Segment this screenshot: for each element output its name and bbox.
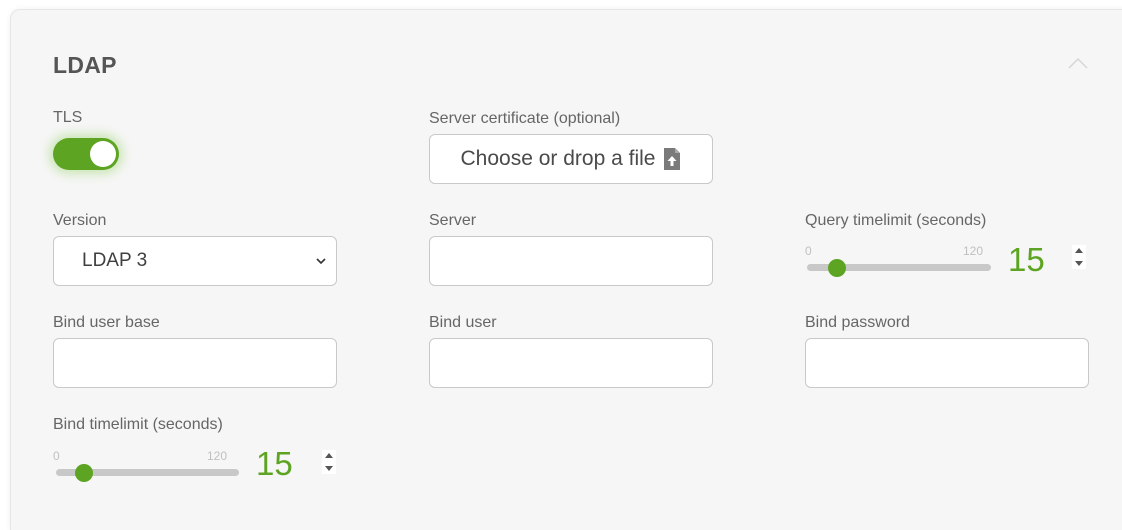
file-button-label: Choose or drop a file [460,147,656,170]
spinner-up-icon[interactable] [1075,248,1083,253]
spinner-down-icon[interactable] [325,466,333,471]
bind-password-input[interactable] [805,338,1089,388]
bind-range-thumb[interactable] [75,464,93,482]
query-timelimit-label: Query timelimit (seconds) [805,212,987,229]
version-label: Version [53,212,107,229]
file-upload-icon [664,148,681,170]
bind-password-label: Bind password [805,314,910,331]
tls-toggle[interactable] [53,138,119,170]
server-input[interactable] [429,236,713,286]
spinner-down-icon[interactable] [1075,261,1083,266]
toggle-knob [90,141,116,167]
bind-user-label: Bind user [429,314,497,331]
version-selected-value: LDAP 3 [82,250,148,271]
chevron-down-icon [316,257,326,264]
bind-timelimit-spinner[interactable] [322,450,336,474]
bind-user-base-label: Bind user base [53,314,160,331]
certificate-file-button[interactable]: Choose or drop a file [429,134,713,184]
bind-timelimit-value: 15 [256,445,293,482]
certificate-label: Server certificate (optional) [429,110,621,127]
section-title: LDAP [53,52,117,78]
bind-range-min: 0 [53,449,60,463]
bind-range-max: 120 [207,449,228,463]
collapse-button[interactable] [1066,56,1090,70]
query-timelimit-value: 15 [1008,241,1045,278]
query-range-min: 0 [805,244,812,258]
bind-timelimit-label: Bind timelimit (seconds) [53,416,223,433]
chevron-up-icon [1068,57,1088,69]
spinner-up-icon[interactable] [325,453,333,458]
query-range-max: 120 [963,244,984,258]
bind-user-base-input[interactable] [53,338,337,388]
query-timelimit-spinner[interactable] [1072,245,1086,269]
server-label: Server [429,212,477,229]
version-select[interactable]: LDAP 3 [53,236,337,286]
bind-user-input[interactable] [429,338,713,388]
tls-label: TLS [53,109,83,126]
query-range-thumb[interactable] [828,259,846,277]
